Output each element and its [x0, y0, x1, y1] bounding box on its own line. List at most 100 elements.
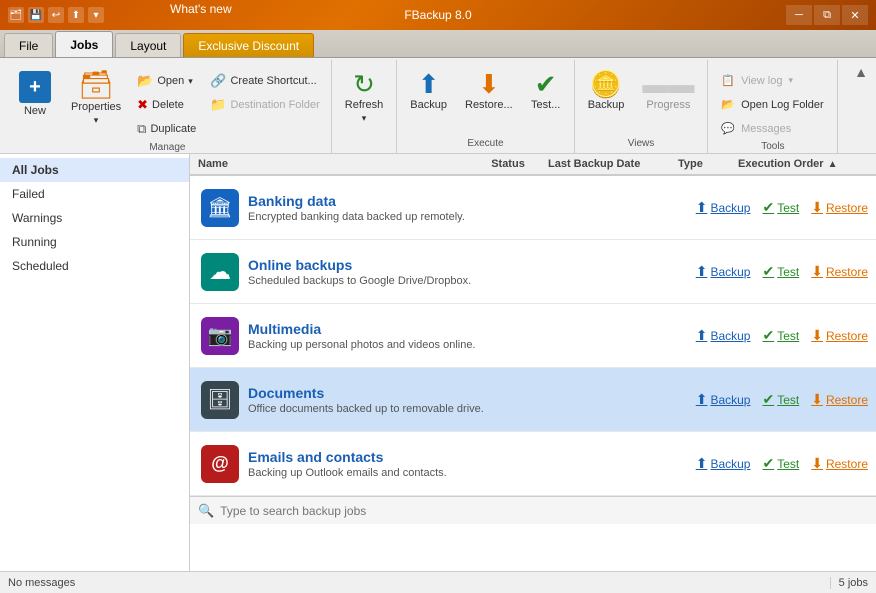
job-title-multimedia: Multimedia	[248, 321, 696, 337]
tab-exclusive-discount[interactable]: Exclusive Discount	[183, 33, 314, 57]
column-last-backup-date: Last Backup Date	[548, 158, 678, 170]
restore-action-icon: ⬇	[811, 199, 823, 216]
execute-label: Execute	[403, 136, 567, 151]
job-actions-online: ⬆ Backup ✔ Test ⬇ Restore	[696, 263, 868, 280]
sidebar-item-running[interactable]: Running	[0, 230, 189, 254]
banking-icon: 🏛	[201, 189, 239, 227]
coin-icon: 🪙	[590, 71, 622, 97]
table-header: Name Status Last Backup Date Type Execut…	[190, 154, 876, 176]
content-area: Name Status Last Backup Date Type Execut…	[190, 154, 876, 571]
search-bar: 🔍	[190, 496, 876, 524]
tab-jobs[interactable]: Jobs	[55, 31, 113, 57]
tab-file[interactable]: File	[4, 33, 53, 57]
tabs-bar: File Jobs Layout Exclusive Discount	[0, 30, 876, 58]
restore-action-online[interactable]: ⬇ Restore	[811, 263, 868, 280]
sidebar-item-scheduled[interactable]: Scheduled	[0, 254, 189, 278]
backup-action-icon-emails: ⬆	[696, 455, 708, 472]
destination-folder-button: 📁 Destination Folder	[205, 94, 324, 116]
test-button[interactable]: ✔ Test...	[524, 66, 568, 116]
folder-icon: 📂	[137, 73, 153, 89]
job-actions-documents: ⬆ Backup ✔ Test ⬇ Restore	[696, 391, 868, 408]
ribbon-group-execute: ⬆ Backup ⬇ Restore... ✔ Test... Execute	[397, 60, 574, 153]
job-title-emails: Emails and contacts	[248, 449, 696, 465]
title-bar: 🗂 💾 ↩ ⬆ ▾ FBackup 8.0 What's new ─ ⧉ ✕	[0, 0, 876, 30]
backup-action-multimedia[interactable]: ⬆ Backup	[696, 327, 751, 344]
minimize-button[interactable]: ─	[786, 5, 812, 25]
job-title-documents: Documents	[248, 385, 696, 401]
column-status: Status	[468, 158, 548, 170]
test-action-documents[interactable]: ✔ Test	[762, 391, 799, 408]
quick-access-up[interactable]: ⬆	[68, 7, 84, 23]
ribbon-group-refresh: ↻ Refresh ▾ -	[332, 60, 398, 153]
job-info-online: Online backups Scheduled backups to Goog…	[242, 257, 696, 287]
test-action-multimedia[interactable]: ✔ Test	[762, 327, 799, 344]
test-action-online[interactable]: ✔ Test	[762, 263, 799, 280]
status-bar: No messages 5 jobs	[0, 571, 876, 593]
delete-button[interactable]: ✖ Delete	[132, 94, 201, 116]
open-button[interactable]: 📂 Open ▾	[132, 70, 201, 92]
quick-access-undo[interactable]: ↩	[48, 7, 64, 23]
restore-action-banking[interactable]: ⬇ Restore	[811, 199, 868, 216]
open-log-folder-button[interactable]: 📂 Open Log Folder	[714, 94, 830, 115]
job-row-banking[interactable]: 🏛 Banking data Encrypted banking data ba…	[190, 176, 876, 240]
quick-access-save[interactable]: 💾	[28, 7, 44, 23]
sort-arrow-icon: ▲	[828, 159, 838, 170]
restore-button[interactable]: ⧉	[814, 5, 840, 25]
restore-action-documents[interactable]: ⬇ Restore	[811, 391, 868, 408]
backup-action-icon: ⬆	[696, 199, 708, 216]
properties-button[interactable]: 🗃 Properties ▾	[64, 66, 128, 131]
backup-action-banking[interactable]: ⬆ Backup	[696, 199, 751, 216]
manage-label: Manage	[10, 140, 325, 155]
job-desc-multimedia: Backing up personal photos and videos on…	[248, 339, 696, 351]
quick-access-more[interactable]: ▾	[88, 7, 104, 23]
test-action-icon-documents: ✔	[762, 391, 774, 408]
ribbon-manage-items: + New 🗃 Properties ▾ 📂 Open ▾ ✖ Delete	[10, 62, 325, 140]
backup-action-online[interactable]: ⬆ Backup	[696, 263, 751, 280]
job-row-multimedia[interactable]: 📷 Multimedia Backing up personal photos …	[190, 304, 876, 368]
ribbon-group-manage: + New 🗃 Properties ▾ 📂 Open ▾ ✖ Delete	[4, 60, 332, 153]
column-name: Name	[198, 158, 468, 170]
create-shortcut-button[interactable]: 🔗 Create Shortcut...	[205, 70, 324, 92]
ribbon-group-views: 🪙 Backup ▬▬ Progress Views	[575, 60, 709, 153]
whats-new-tab-title: What's new	[170, 2, 232, 16]
delete-icon: ✖	[137, 97, 148, 113]
sidebar-item-failed[interactable]: Failed	[0, 182, 189, 206]
test-action-icon-emails: ✔	[762, 455, 774, 472]
search-input[interactable]	[220, 504, 868, 518]
job-row-emails[interactable]: @ Emails and contacts Backing up Outlook…	[190, 432, 876, 496]
restore-icon: ⬇	[478, 71, 500, 97]
restore-button[interactable]: ⬇ Restore...	[458, 66, 520, 116]
job-title-banking: Banking data	[248, 193, 696, 209]
test-action-emails[interactable]: ✔ Test	[762, 455, 799, 472]
job-info-documents: Documents Office documents backed up to …	[242, 385, 696, 415]
close-button[interactable]: ✕	[842, 5, 868, 25]
app-icon: 🗂	[8, 7, 24, 23]
window-controls: ─ ⧉ ✕	[786, 5, 868, 25]
ribbon-collapse-button[interactable]: ▲	[850, 60, 872, 153]
restore-action-multimedia[interactable]: ⬇ Restore	[811, 327, 868, 344]
test-action-banking[interactable]: ✔ Test	[762, 199, 799, 216]
test-icon: ✔	[535, 71, 557, 97]
sidebar-item-all-jobs[interactable]: All Jobs	[0, 158, 189, 182]
backup-button[interactable]: ⬆ Backup	[403, 66, 454, 116]
new-button[interactable]: + New	[10, 66, 60, 122]
job-info-banking: Banking data Encrypted banking data back…	[242, 193, 696, 223]
ribbon: + New 🗃 Properties ▾ 📂 Open ▾ ✖ Delete	[0, 58, 876, 154]
backup-action-emails[interactable]: ⬆ Backup	[696, 455, 751, 472]
refresh-button[interactable]: ↻ Refresh ▾	[338, 66, 391, 129]
ribbon-refresh-items: ↻ Refresh ▾	[338, 62, 391, 136]
search-icon: 🔍	[198, 503, 214, 519]
restore-action-emails[interactable]: ⬇ Restore	[811, 455, 868, 472]
job-row-documents[interactable]: 🗄 Documents Office documents backed up t…	[190, 368, 876, 432]
new-icon: +	[19, 71, 51, 103]
backup2-button[interactable]: 🪙 Backup	[581, 66, 632, 116]
backup-action-documents[interactable]: ⬆ Backup	[696, 391, 751, 408]
progress-button[interactable]: ▬▬ Progress	[635, 66, 701, 116]
job-row-online-backups[interactable]: ☁ Online backups Scheduled backups to Go…	[190, 240, 876, 304]
cloud-icon: ☁	[201, 253, 239, 291]
backup-icon: ⬆	[418, 71, 440, 97]
manage-small-btns2: 🔗 Create Shortcut... 📁 Destination Folde…	[205, 66, 324, 116]
sidebar-item-warnings[interactable]: Warnings	[0, 206, 189, 230]
duplicate-button[interactable]: ⧉ Duplicate	[132, 118, 201, 140]
tab-layout[interactable]: Layout	[115, 33, 181, 57]
